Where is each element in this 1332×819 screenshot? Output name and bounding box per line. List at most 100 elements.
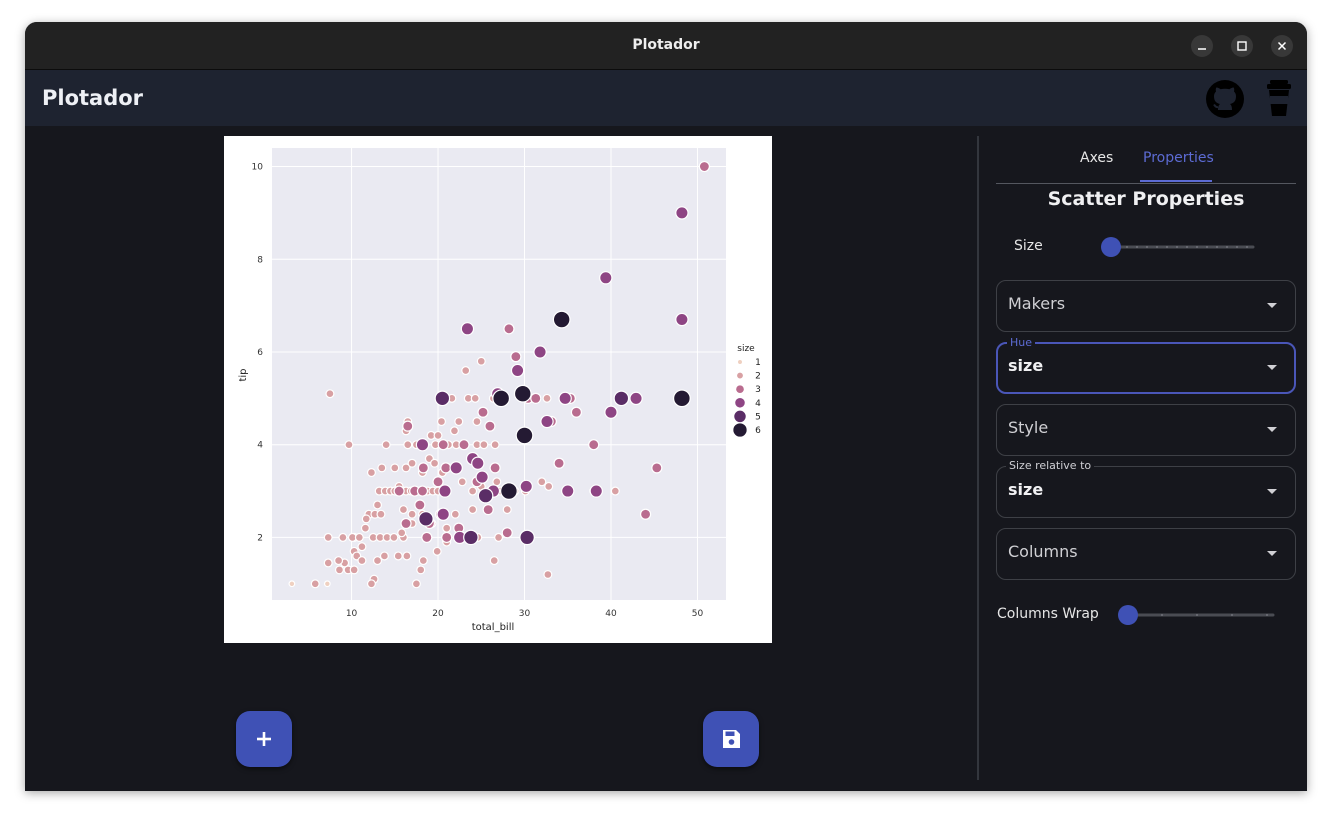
data-point [489,462,501,474]
y-tick-label: 2 [257,533,263,543]
data-point [402,420,414,432]
makers-placeholder: Makers [1008,294,1066,313]
data-point [360,523,370,533]
app-window: Plotador Plotador 10 20 30 40 50 2 4 6 8 10 total_… [25,22,1307,791]
data-point [639,508,652,520]
app-brand: Plotador [42,86,144,110]
data-point [434,390,451,407]
minimize-icon[interactable] [1191,35,1213,57]
data-point [468,505,478,515]
window-titlebar[interactable]: Plotador [25,22,1307,70]
data-point [403,440,413,450]
x-tick-label: 20 [432,609,444,619]
chevron-down-icon [1267,489,1277,494]
data-point [390,463,400,473]
data-point [552,310,571,329]
data-point [436,507,450,521]
data-point [468,486,478,496]
size-relative-dropdown[interactable]: Size relative to size [996,459,1296,518]
data-point [519,529,535,546]
panel-divider [977,136,979,780]
data-point [544,481,554,491]
data-point [415,437,430,452]
data-point [437,439,449,451]
data-point [402,551,412,561]
data-point [366,579,376,589]
data-point [454,417,464,427]
style-dropdown[interactable]: Style [996,404,1296,456]
data-point [323,580,331,588]
data-point [472,417,482,427]
data-point [599,271,613,285]
data-point [489,556,499,566]
data-point [418,511,434,527]
data-point [490,440,500,450]
size-slider[interactable] [1100,237,1260,257]
data-point [537,477,547,487]
chevron-down-icon [1267,427,1277,432]
section-title: Scatter Properties [1047,188,1245,210]
x-tick-label: 30 [519,609,531,619]
data-point [323,532,333,542]
data-point [629,391,643,406]
maximize-icon[interactable] [1231,35,1253,57]
tab-properties[interactable]: Properties [1143,150,1214,166]
columns-wrap-slider[interactable] [1117,605,1277,625]
data-point [397,528,407,538]
data-point [513,384,532,403]
chevron-down-icon [1267,365,1277,370]
data-point [510,363,525,378]
data-point [698,160,710,173]
github-icon[interactable] [1205,79,1245,119]
data-point [433,430,443,440]
hue-label: Hue [1007,336,1036,350]
properties-panel: Axes Properties Scatter Properties Size … [996,126,1296,791]
legend-marker [733,409,747,423]
coffee-cup-icon[interactable] [1264,78,1294,118]
data-point [553,457,565,469]
data-point [675,312,689,327]
data-point [373,500,383,510]
data-point [461,366,471,376]
save-button[interactable] [703,711,759,767]
style-placeholder: Style [1008,418,1049,437]
data-point [460,322,475,336]
data-point [354,532,364,542]
data-point [589,484,603,498]
add-button[interactable] [236,711,292,767]
columns-dropdown[interactable]: Columns [996,528,1296,580]
legend-marker [737,359,743,365]
data-point [458,439,470,451]
data-point [440,462,452,474]
columns-wrap-slider-thumb[interactable] [1118,605,1138,625]
y-tick-label: 8 [257,255,263,265]
makers-dropdown[interactable]: Makers [996,280,1296,332]
data-point [432,476,444,488]
data-point [361,514,371,524]
window-title: Plotador [632,37,700,53]
chevron-down-icon [1267,303,1277,308]
data-point [325,389,335,399]
data-point [344,440,354,450]
tab-axes[interactable]: Axes [1080,150,1113,166]
size-label: Size [1014,238,1043,254]
size-relative-value: size [1008,480,1044,499]
data-point [381,440,391,450]
size-slider-thumb[interactable] [1101,237,1121,257]
data-point [457,477,467,487]
data-point [393,485,405,497]
legend-label: 2 [755,372,761,382]
data-point [323,558,333,568]
data-point [651,462,663,474]
data-point [310,579,320,589]
x-tick-label: 40 [605,609,617,619]
plus-icon [257,732,271,746]
hue-dropdown[interactable]: Hue size [996,336,1296,394]
legend-marker [732,422,748,438]
columns-wrap-label: Columns Wrap [997,606,1099,622]
data-point [349,565,359,575]
data-point [450,509,460,519]
size-relative-label: Size relative to [1006,459,1095,473]
data-point [501,527,513,539]
close-icon[interactable] [1271,35,1293,57]
